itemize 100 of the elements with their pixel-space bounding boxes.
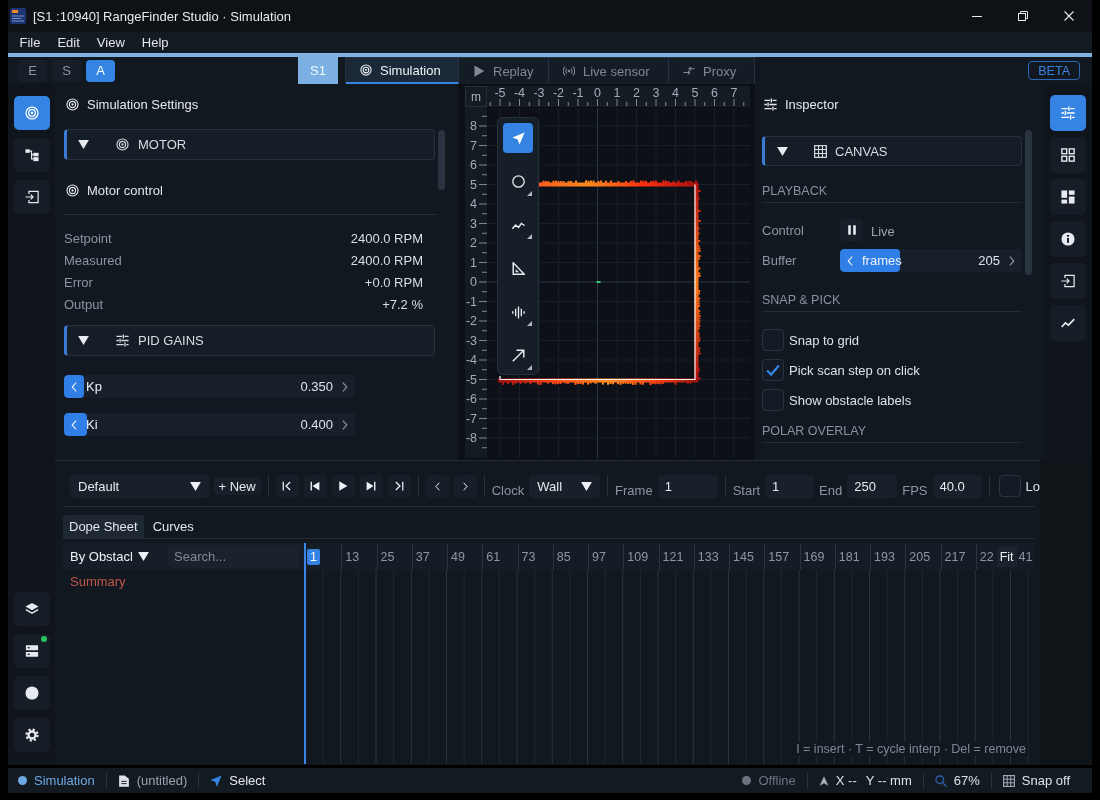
readout-value: 2400.0 RPM: [350, 252, 423, 268]
pause-button[interactable]: [840, 219, 863, 241]
frame-label: 25: [380, 549, 395, 564]
mode-button[interactable]: E: [18, 59, 47, 82]
rail-button[interactable]: [1050, 221, 1086, 257]
menu-item[interactable]: View: [88, 35, 134, 50]
chevron-left-icon: [434, 481, 440, 491]
clock-dropdown[interactable]: Wall: [529, 474, 601, 498]
transport-button[interactable]: [387, 474, 411, 498]
mode-button[interactable]: S: [52, 59, 81, 82]
arrows-icon: [683, 65, 695, 77]
number-field[interactable]: 1: [657, 474, 718, 498]
rail-button[interactable]: [14, 592, 50, 626]
frame-label: 169: [803, 549, 825, 564]
section-header[interactable]: PID GAINS: [64, 325, 435, 356]
close-icon: [1064, 11, 1074, 21]
ruler-label: 1: [470, 255, 477, 270]
transport-button[interactable]: [275, 474, 299, 498]
checkbox-label: Show obstacle labels: [789, 392, 912, 408]
number-field[interactable]: 1: [765, 474, 815, 498]
rail-button[interactable]: [14, 138, 50, 172]
readout-label: Setpoint: [64, 230, 112, 246]
section-header[interactable]: MOTOR: [64, 129, 435, 160]
ruler-label: 6: [470, 158, 477, 172]
transport-button[interactable]: [359, 474, 383, 498]
fit-button[interactable]: Fit: [996, 546, 1017, 567]
ruler-label: 4: [470, 197, 477, 211]
scrollbar[interactable]: [1025, 130, 1032, 275]
cursor-x: X --: [835, 773, 857, 788]
tab[interactable]: Simulation: [346, 58, 459, 84]
play-icon: [473, 65, 485, 77]
transport-button[interactable]: [303, 474, 327, 498]
menu-item[interactable]: File: [11, 35, 49, 50]
ruler-label: 0: [470, 275, 477, 289]
menu-item[interactable]: Help: [133, 35, 178, 50]
frame-label: 193: [874, 549, 895, 564]
checkbox[interactable]: [762, 389, 784, 411]
ruler-label: -2: [552, 86, 565, 100]
control-value: Live: [871, 223, 895, 239]
field-label: FPS: [902, 481, 928, 498]
group-by-dropdown[interactable]: By Obstacl: [63, 549, 160, 564]
status-text: 67%: [953, 773, 980, 788]
frame-label: 13: [345, 549, 360, 564]
slider-track[interactable]: Kp 0.350: [64, 375, 355, 398]
scrollbar[interactable]: [438, 130, 445, 190]
mode-button[interactable]: A: [86, 59, 115, 82]
sliders-icon: [116, 334, 129, 347]
settings-icon: [25, 728, 39, 742]
rail-button[interactable]: [1050, 179, 1086, 215]
checkmark-icon: [766, 363, 780, 377]
ruler-label: 6: [711, 86, 718, 100]
rail-button[interactable]: [14, 718, 50, 752]
checkbox-label: Lo: [1025, 478, 1040, 494]
rail-button[interactable]: [1050, 137, 1086, 173]
ruler-label: -8: [465, 431, 477, 445]
section-header[interactable]: CANVAS: [762, 136, 1022, 166]
search-field[interactable]: Search...: [168, 545, 298, 568]
frame-label: 37: [415, 549, 430, 564]
tab[interactable]: Curves: [146, 515, 200, 538]
ruler-label: -3: [465, 333, 477, 348]
frame-label: 145: [733, 549, 754, 564]
menu-item[interactable]: Edit: [48, 35, 89, 50]
checkbox[interactable]: [998, 475, 1021, 497]
ruler-label: 3: [470, 216, 477, 231]
diagonal-arrow-icon: [511, 349, 525, 362]
skip-start-icon: [282, 481, 293, 491]
transport-button[interactable]: [331, 474, 355, 498]
frame-label: 22: [979, 549, 994, 564]
field-label: Start: [732, 481, 761, 498]
tab[interactable]: Dope Sheet: [63, 515, 144, 538]
origin-marker-icon: [596, 281, 601, 283]
number-field[interactable]: 40.0: [932, 474, 982, 498]
enter-icon: [1061, 274, 1075, 288]
broadcast-icon: [563, 65, 575, 77]
minimize-icon: [972, 15, 982, 17]
tab[interactable]: Proxy: [669, 58, 754, 84]
panel-title: Inspector: [785, 96, 839, 112]
checkbox[interactable]: [762, 329, 784, 351]
frame-label: 1: [307, 548, 320, 565]
preset-dropdown[interactable]: Default: [70, 474, 209, 498]
ruler-label: 2: [470, 236, 477, 250]
ruler-label: 2: [633, 86, 640, 100]
status-text: Offline: [758, 773, 796, 788]
new-button[interactable]: + New: [213, 477, 261, 495]
slider-track[interactable]: Ki 0.400: [64, 413, 355, 436]
rail-button[interactable]: [14, 180, 50, 214]
rail-button[interactable]: [14, 634, 50, 668]
chevron-right-icon: [1009, 255, 1015, 266]
rail-button[interactable]: [14, 96, 50, 130]
pointer-icon: [210, 774, 223, 787]
ruler-label: -1: [465, 294, 477, 309]
frame-label: 157: [768, 549, 790, 564]
number-field[interactable]: 250: [847, 474, 898, 498]
checkbox[interactable]: [762, 359, 784, 381]
track-label[interactable]: Summary: [70, 574, 304, 589]
rail-button[interactable]: [1050, 263, 1086, 299]
chevron-right-icon: [342, 381, 348, 392]
layers-icon: [25, 602, 39, 616]
rail-button[interactable]: [14, 676, 50, 710]
frame-label: 85: [556, 549, 571, 564]
